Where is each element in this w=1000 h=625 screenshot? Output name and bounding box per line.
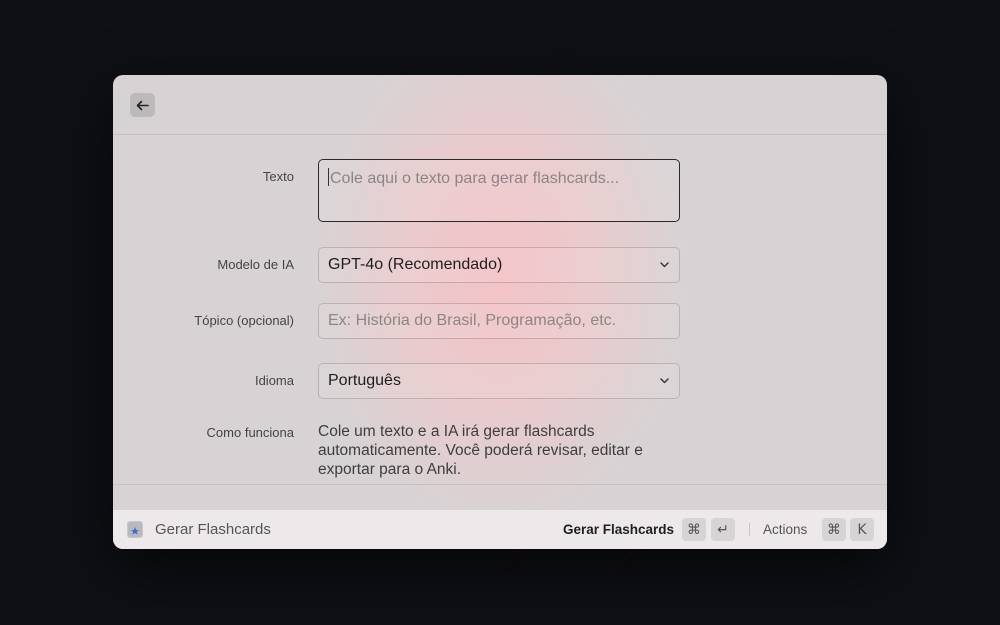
model-selected-value: GPT-4o (Recomendado) xyxy=(328,256,503,273)
language-select[interactable]: Português xyxy=(318,363,680,399)
topic-placeholder: Ex: História do Brasil, Programação, etc… xyxy=(328,312,617,329)
language-selected-value: Português xyxy=(328,372,401,389)
chevron-down-icon xyxy=(658,259,670,271)
top-bar xyxy=(113,75,887,135)
app-icon xyxy=(127,521,143,538)
model-label: Modelo de IA xyxy=(217,257,294,272)
text-placeholder: Cole aqui o texto para gerar flashcards.… xyxy=(330,170,620,187)
topic-input[interactable]: Ex: História do Brasil, Programação, etc… xyxy=(318,303,680,339)
text-input[interactable]: Cole aqui o texto para gerar flashcards.… xyxy=(318,159,680,222)
language-label: Idioma xyxy=(254,373,294,388)
primary-action-button[interactable]: Gerar Flashcards xyxy=(563,522,674,537)
arrow-left-icon xyxy=(136,100,149,110)
return-key-icon: ↵ xyxy=(711,518,735,541)
how-it-works-text: Cole um texto e a IA irá gerar flashcard… xyxy=(318,423,643,478)
footer-separator xyxy=(749,523,750,536)
command-key-icon: ⌘ xyxy=(822,518,846,541)
actions-button[interactable]: Actions xyxy=(763,522,807,537)
chevron-down-icon xyxy=(658,375,670,387)
model-select[interactable]: GPT-4o (Recomendado) xyxy=(318,247,680,283)
text-caret xyxy=(328,168,329,186)
extension-window: Texto Cole aqui o texto para gerar flash… xyxy=(113,75,887,549)
topic-label: Tópico (opcional) xyxy=(194,313,294,328)
action-bar: Gerar Flashcards Gerar Flashcards ⌘ ↵ Ac… xyxy=(113,510,887,549)
how-it-works-label: Como funciona xyxy=(206,425,294,440)
k-key-icon: K xyxy=(850,518,874,541)
back-button[interactable] xyxy=(130,93,155,117)
footer-title: Gerar Flashcards xyxy=(155,521,271,538)
divider xyxy=(113,484,887,485)
command-key-icon: ⌘ xyxy=(682,518,706,541)
text-label: Texto xyxy=(262,169,294,184)
